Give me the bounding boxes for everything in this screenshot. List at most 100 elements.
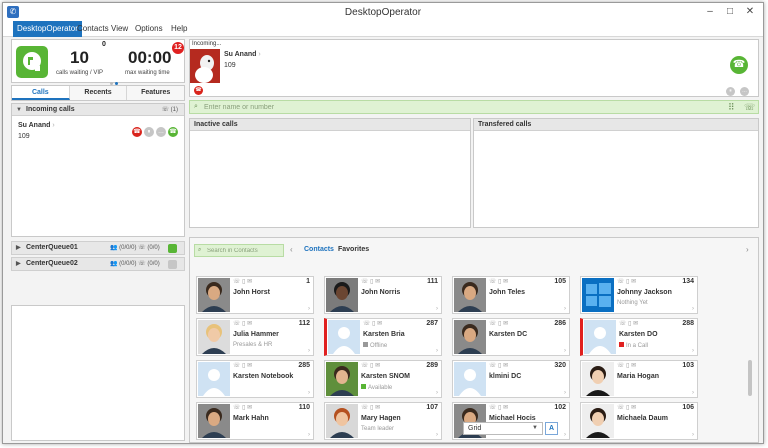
contact-extension: 320 bbox=[554, 362, 566, 369]
chevron-right-icon: › bbox=[564, 390, 566, 396]
menu-help[interactable]: Help bbox=[167, 21, 191, 37]
contact-status: Team leader bbox=[361, 426, 394, 432]
contact-device-icons: ☏ ▯ ✉ bbox=[617, 363, 637, 369]
contact-card[interactable]: ☏ ▯ ✉ 110 Mark Hahn › bbox=[196, 402, 314, 440]
dial-phone-icon[interactable]: ☏ bbox=[744, 102, 755, 113]
answer-button[interactable]: ☎ bbox=[730, 56, 748, 74]
reject-call-button[interactable]: ☎ bbox=[132, 127, 142, 137]
menu-bar: DesktopOperator Contacts View Options He… bbox=[3, 21, 763, 37]
contact-extension: 134 bbox=[682, 278, 694, 285]
contact-card[interactable]: ☏ ▯ ✉ 106 Michaela Daum › bbox=[580, 402, 698, 440]
keypad-icon[interactable]: ⠿ bbox=[728, 102, 735, 113]
caret-right-icon: ▶ bbox=[16, 245, 21, 251]
caller-name[interactable]: Su Anand › bbox=[224, 51, 261, 58]
contact-name: Karsten DO bbox=[619, 331, 658, 338]
contact-extension: 106 bbox=[682, 404, 694, 411]
maximize-icon[interactable]: □ bbox=[723, 5, 737, 19]
contact-extension: 287 bbox=[426, 320, 438, 327]
contact-avatar bbox=[582, 362, 614, 396]
contact-card[interactable]: ☏ ▯ ✉ 289 Karsten SNOM Available › bbox=[324, 360, 442, 398]
hold-call-button[interactable]: ⏸ bbox=[144, 127, 154, 137]
chevron-right-icon[interactable]: › bbox=[746, 245, 749, 254]
chevron-right-icon: › bbox=[308, 390, 310, 396]
chevron-left-icon[interactable]: ‹ bbox=[290, 245, 293, 254]
incoming-calls-header[interactable]: ▼ Incoming calls ☏ (1) bbox=[12, 104, 184, 116]
max-waiting-time: 00:00 bbox=[128, 48, 172, 67]
incoming-caller-number: 109 bbox=[18, 133, 30, 140]
answer-call-button[interactable]: ☎ bbox=[168, 127, 178, 137]
page-dots[interactable] bbox=[110, 78, 124, 85]
contact-card[interactable]: ☏ ▯ ✉ 107 Mary Hagen Team leader › bbox=[324, 402, 442, 440]
contact-name: Johnny Jackson bbox=[617, 289, 672, 296]
chevron-right-icon: › bbox=[308, 348, 310, 354]
queue-row-centerqueue01[interactable]: ▶ CenterQueue01 👥 (0/0/0) ☏ (0/0) bbox=[11, 241, 185, 255]
active-call-card: Incoming... Su Anand › 109 ☎ ☎ ⏸ … bbox=[189, 39, 759, 97]
chevron-right-icon: › bbox=[692, 432, 694, 438]
contact-card[interactable]: ☏ ▯ ✉ 112 Julia Hammer Presales & HR › bbox=[196, 318, 314, 356]
menu-desktopoperator[interactable]: DesktopOperator bbox=[13, 21, 82, 37]
left-column: 10 0 calls waiting / VIP 00:00 max waiti… bbox=[11, 39, 185, 441]
contact-extension: 285 bbox=[298, 362, 310, 369]
max-waiting-label: max waiting time bbox=[125, 70, 170, 76]
contact-avatar bbox=[198, 362, 230, 396]
view-mode-select[interactable]: Grid ▼ bbox=[463, 422, 543, 435]
contact-status-text: Nothing Yet bbox=[617, 300, 648, 306]
contact-extension: 286 bbox=[554, 320, 566, 327]
forward-call-button[interactable]: … bbox=[156, 127, 166, 137]
queue-stats-calls: (0/0) bbox=[147, 261, 160, 267]
incoming-calls-panel: ▼ Incoming calls ☏ (1) Su Anand › 109 ☎ … bbox=[11, 103, 185, 237]
contact-card[interactable]: ☏ ▯ ✉ 134 Johnny Jackson Nothing Yet › bbox=[580, 276, 698, 314]
search-icon: ⌕ bbox=[194, 103, 198, 110]
queue-name: CenterQueue01 bbox=[26, 244, 78, 251]
contact-avatar bbox=[326, 278, 358, 312]
queue-login-button[interactable] bbox=[168, 244, 177, 253]
contact-avatar bbox=[454, 362, 486, 396]
contact-card[interactable]: ☏ ▯ ✉ 285 Karsten Notebook › bbox=[196, 360, 314, 398]
contact-device-icons: ☏ ▯ ✉ bbox=[363, 321, 383, 327]
users-icon: 👥 bbox=[110, 245, 118, 251]
contact-card[interactable]: ☏ ▯ ✉ 103 Maria Hogan › bbox=[580, 360, 698, 398]
hold-button[interactable]: ⏸ bbox=[726, 87, 735, 96]
contact-card[interactable]: ☏ ▯ ✉ 288 Karsten DO In a Call › bbox=[580, 318, 698, 356]
contact-name: Mary Hagen bbox=[361, 415, 401, 422]
menu-options[interactable]: Options bbox=[131, 21, 167, 37]
menu-view[interactable]: View bbox=[107, 21, 132, 37]
more-button[interactable]: … bbox=[740, 87, 749, 96]
tab-calls[interactable]: Calls bbox=[12, 86, 70, 100]
contact-card[interactable]: ☏ ▯ ✉ 1 John Horst › bbox=[196, 276, 314, 314]
dial-input[interactable] bbox=[204, 102, 704, 113]
contact-card[interactable]: ☏ ▯ ✉ 286 Karsten DC › bbox=[452, 318, 570, 356]
incoming-caller-name[interactable]: Su Anand › bbox=[18, 122, 55, 129]
tab-recents[interactable]: Recents bbox=[70, 86, 128, 100]
phone-icon: ☏ bbox=[138, 245, 146, 251]
queue-name: CenterQueue02 bbox=[26, 260, 78, 267]
hangup-button[interactable]: ☎ bbox=[194, 86, 203, 95]
font-size-button[interactable]: A bbox=[545, 422, 558, 435]
minimize-icon[interactable]: – bbox=[703, 5, 717, 19]
contact-card[interactable]: ☏ ▯ ✉ 105 John Teles › bbox=[452, 276, 570, 314]
chevron-right-icon: › bbox=[308, 306, 310, 312]
tab-favorites[interactable]: Favorites bbox=[338, 246, 369, 253]
queue-login-button[interactable] bbox=[168, 260, 177, 269]
chevron-right-icon: › bbox=[258, 51, 261, 58]
contact-avatar bbox=[326, 404, 358, 438]
close-icon[interactable]: ✕ bbox=[743, 5, 757, 19]
tab-features[interactable]: Features bbox=[127, 86, 184, 100]
contact-status: In a Call bbox=[619, 342, 648, 349]
contacts-search-input[interactable] bbox=[207, 246, 281, 256]
contact-card[interactable]: ☏ ▯ ✉ 320 klmini DC › bbox=[452, 360, 570, 398]
queue-row-centerqueue02[interactable]: ▶ CenterQueue02 👥 (0/0/0) ☏ (0/0) bbox=[11, 257, 185, 271]
tab-contacts[interactable]: Contacts bbox=[304, 246, 334, 253]
incoming-calls-count: (1) bbox=[170, 107, 178, 113]
contact-device-icons: ☏ ▯ ✉ bbox=[233, 405, 253, 411]
contact-extension: 107 bbox=[426, 404, 438, 411]
title-bar: ✆ DesktopOperator – □ ✕ bbox=[3, 3, 763, 21]
contact-status: Presales & HR bbox=[233, 342, 272, 348]
contact-card[interactable]: ☏ ▯ ✉ 287 Karsten Bria Offline › bbox=[324, 318, 442, 356]
contact-name: Maria Hogan bbox=[617, 373, 660, 380]
contact-extension: 1 bbox=[306, 278, 310, 285]
contact-avatar bbox=[582, 404, 614, 438]
contact-card[interactable]: ☏ ▯ ✉ 111 John Norris › bbox=[324, 276, 442, 314]
notification-badge[interactable]: 12 bbox=[172, 42, 184, 54]
contacts-scrollbar[interactable] bbox=[748, 360, 752, 396]
